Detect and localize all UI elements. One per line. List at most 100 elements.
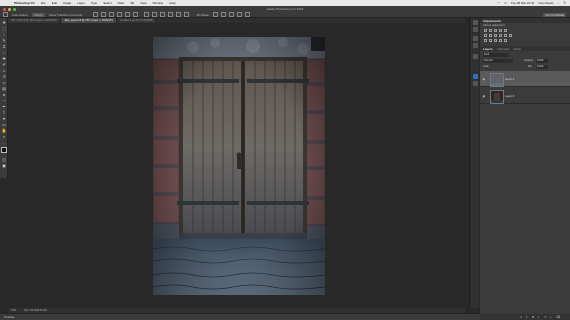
brush-tool-icon[interactable]: ✐ [2,62,7,67]
menu-select[interactable]: Select [103,1,111,5]
distribute-hcenter-icon[interactable] [175,12,181,17]
layer-name[interactable]: Layer 0 [505,94,514,98]
zoom-level[interactable]: 25% [11,309,16,312]
screen-mode-icon[interactable]: ▣ [2,163,7,168]
close-window-button[interactable] [3,7,6,11]
zoom-window-button[interactable] [13,7,16,11]
menu-image[interactable]: Image [63,1,71,5]
properties-panel-icon[interactable] [472,36,478,41]
menu-view[interactable]: View [140,1,146,5]
tab-channels[interactable]: Channels [497,47,510,51]
show-transform-checkbox[interactable]: Show Transform Controls [49,13,83,17]
menu-filter[interactable]: Filter [118,1,125,5]
auto-select-type-select[interactable]: Group [32,12,45,17]
blur-tool-icon[interactable]: ● [2,92,7,97]
zoom-tool-icon[interactable]: ⌕ [2,134,7,139]
info-panel-icon[interactable] [472,43,478,48]
menu-type[interactable]: Type [91,1,98,5]
paragraph-panel-icon[interactable] [472,81,478,86]
new-group-icon[interactable]: ▭ [544,315,547,319]
new-adjustment-icon[interactable]: ◐ [538,315,540,319]
align-left-icon[interactable] [116,12,122,17]
timeline-tab[interactable]: Timeline [4,315,14,319]
clone-stamp-tool-icon[interactable]: ⊥ [2,68,7,73]
visibility-eye-icon[interactable]: ◉ [483,77,486,81]
delete-layer-icon[interactable]: ⌫ [556,315,560,319]
quick-mask-icon[interactable]: ◫ [2,157,7,162]
distribute-right-icon[interactable] [183,12,189,17]
healing-brush-tool-icon[interactable]: ✚ [2,56,7,61]
wifi-icon[interactable]: ◠ [497,1,500,5]
visibility-eye-icon[interactable]: ◉ [483,94,486,98]
color-lookup-icon[interactable] [509,34,513,38]
brush-panel-icon[interactable] [472,54,478,59]
levels-icon[interactable] [489,29,493,33]
path-select-tool-icon[interactable]: ➤ [2,116,7,121]
align-right-icon[interactable] [132,12,138,17]
type-tool-icon[interactable]: T [2,110,7,115]
align-hcenter-icon[interactable] [124,12,130,17]
history-brush-tool-icon[interactable]: ↺ [2,74,7,79]
menu-layer[interactable]: Layer [77,1,85,5]
quick-select-tool-icon[interactable]: ✎ [2,38,7,43]
tab-layers[interactable]: Layers [483,47,493,51]
threshold-icon[interactable] [494,39,498,43]
layer-filter-kind-select[interactable]: Kind [483,53,509,57]
distribute-vcenter-icon[interactable] [151,12,157,17]
tab-document-3[interactable]: Untitled-1 @ 66.7% (RGB/8) [117,18,158,23]
photo-filter-icon[interactable] [499,34,503,38]
3d-pan-icon[interactable] [228,12,234,17]
new-layer-icon[interactable]: + [550,315,552,319]
layer-row-layer-0[interactable]: ◉ Layer 0 [480,88,570,104]
pen-tool-icon[interactable]: ✒ [2,104,7,109]
layer-thumbnail[interactable] [490,73,504,87]
adjustments-panel-title[interactable]: Adjustments [480,18,570,23]
auto-select-checkbox[interactable]: Auto-Select: [12,13,28,17]
shape-tool-icon[interactable]: ▭ [2,122,7,127]
color-balance-icon[interactable] [489,34,493,38]
fx-icon[interactable]: ƒ [526,315,528,319]
hand-tool-icon[interactable]: ✋ [2,128,7,133]
menu-help[interactable]: Help [169,1,175,5]
menu-3d[interactable]: 3D [130,1,134,5]
invert-icon[interactable] [484,39,488,43]
align-top-icon[interactable] [92,12,98,17]
tab-paths[interactable]: Paths [513,47,521,51]
dodge-tool-icon[interactable]: ◔ [2,98,7,103]
eraser-tool-icon[interactable]: ▱ [2,80,7,85]
crop-tool-icon[interactable]: ⌗ [2,44,7,49]
align-vcenter-icon[interactable] [100,12,106,17]
hue-saturation-icon[interactable] [484,34,488,38]
workspace-switcher[interactable]: Glyn's Default [543,13,566,17]
layer-thumbnail[interactable] [490,90,504,104]
brightness-contrast-icon[interactable] [484,29,488,33]
curves-icon[interactable] [494,29,498,33]
layer-row-layer-1[interactable]: ◉ Layer 1 [480,71,570,87]
more-tools-icon[interactable]: … [2,140,7,145]
menu-window[interactable]: Window [153,1,164,5]
menu-file[interactable]: File [41,1,46,5]
channel-mixer-icon[interactable] [504,34,508,38]
tab-document-2[interactable]: dark_aspect.tif @ 25% (Layer 1, RGB/16*) [61,18,118,23]
history-panel-icon[interactable] [472,20,478,25]
3d-roll-icon[interactable] [220,12,226,17]
lasso-tool-icon[interactable]: ◌ [2,32,7,37]
distribute-bottom-icon[interactable] [159,12,165,17]
distribute-left-icon[interactable] [167,12,173,17]
gradient-map-icon[interactable] [499,39,503,43]
actions-panel-icon[interactable] [472,27,478,32]
opacity-input[interactable]: 100% [536,59,548,63]
exposure-icon[interactable] [499,29,503,33]
app-menu[interactable]: Photoshop CC [14,1,35,5]
gradient-tool-icon[interactable]: ▤ [2,86,7,91]
document-size[interactable]: Doc: 92.2M/160.2M [24,309,47,312]
user-name[interactable]: Glyn Dewis [538,1,553,5]
character-panel-icon[interactable] [472,74,478,79]
menu-edit[interactable]: Edit [52,1,57,5]
black-white-icon[interactable] [494,34,498,38]
fill-input[interactable]: 100% [536,65,548,69]
clock[interactable]: Tue 28 Mar 22:31 [511,1,535,5]
3d-slide-icon[interactable] [236,12,242,17]
search-icon[interactable]: ⌕ [558,1,560,5]
document-canvas[interactable] [153,37,325,295]
